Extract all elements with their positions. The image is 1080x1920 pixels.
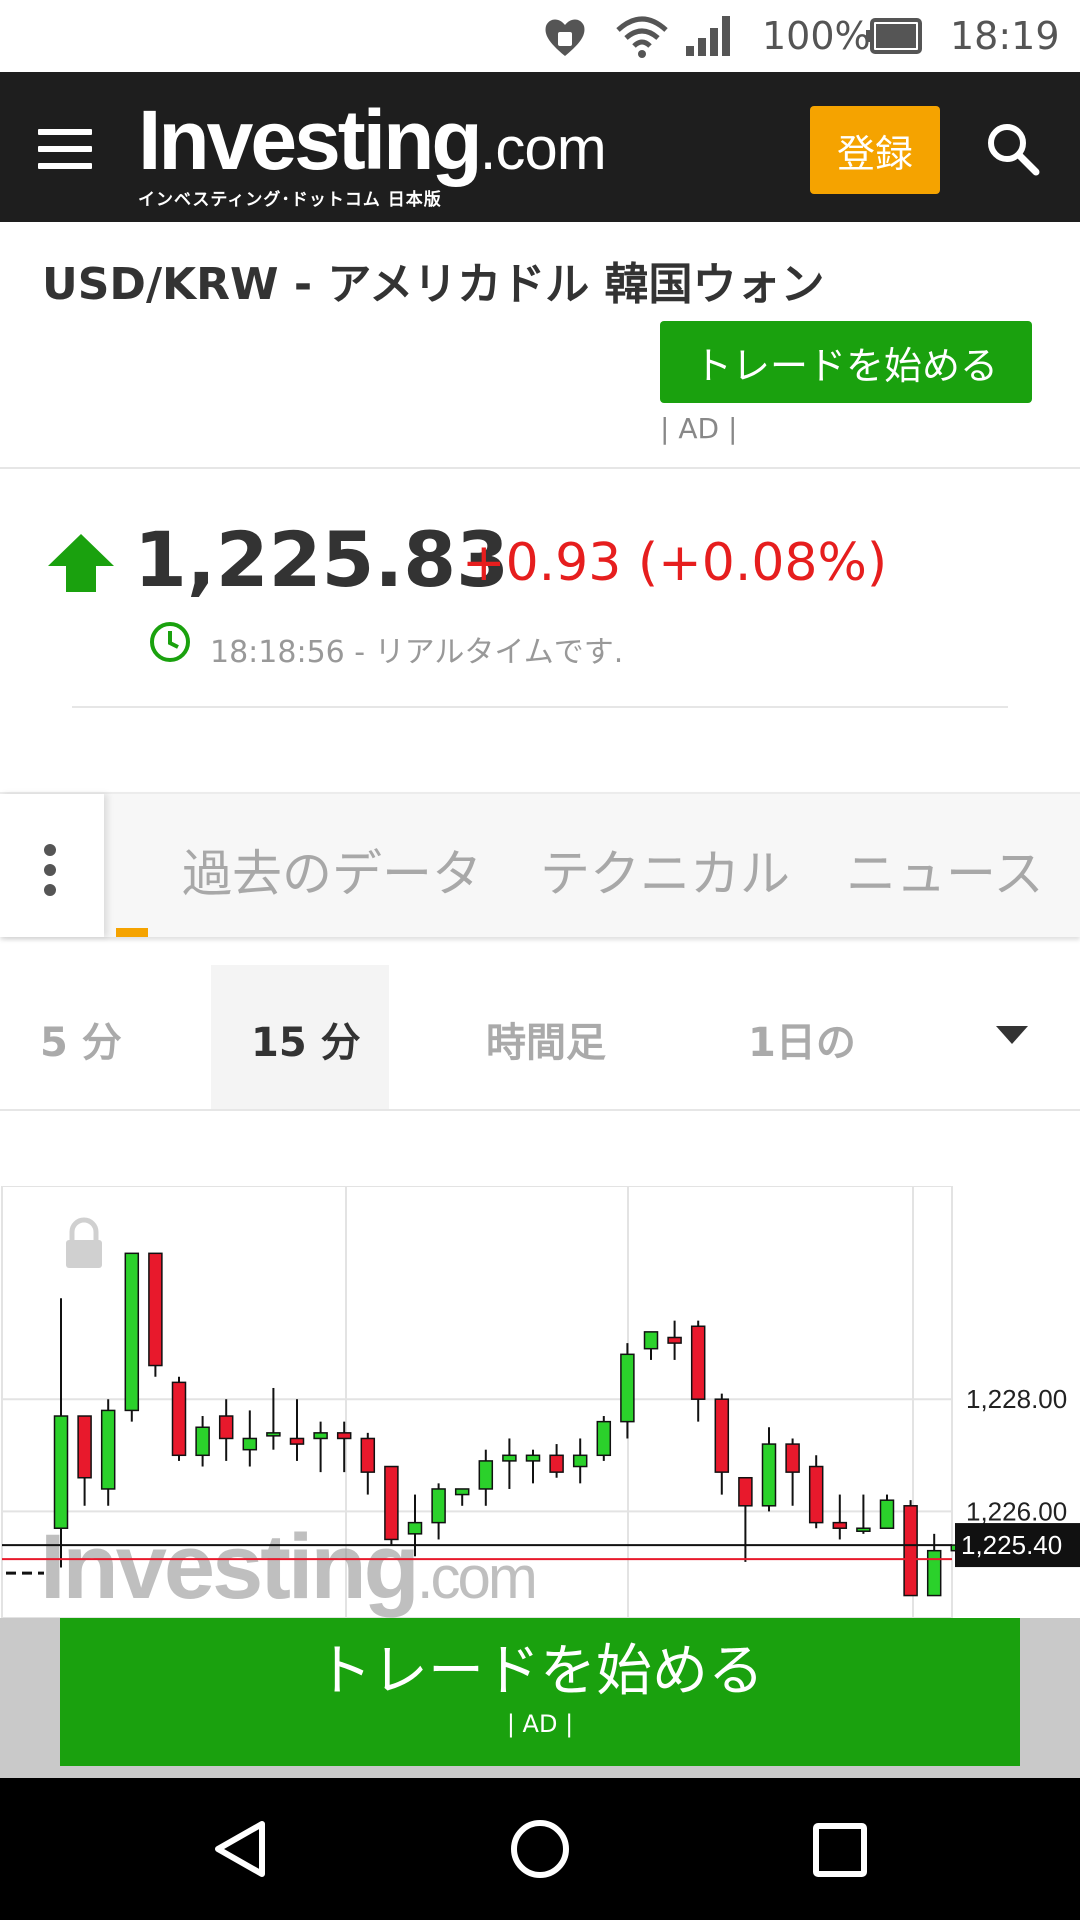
candle-body xyxy=(100,1409,116,1490)
candle-body xyxy=(738,1476,753,1507)
battery-icon xyxy=(866,18,922,54)
candle-body xyxy=(572,1454,588,1468)
candle-body xyxy=(690,1325,706,1400)
y-axis-tick-label: 1,226.00 xyxy=(966,1496,1067,1526)
candle-body xyxy=(171,1381,187,1457)
tab-news[interactable]: ニュース xyxy=(846,834,1044,906)
more-options-icon[interactable] xyxy=(0,794,104,937)
candle-body xyxy=(926,1549,942,1597)
candle-body xyxy=(266,1432,281,1437)
home-icon[interactable] xyxy=(509,1818,571,1880)
candle-body xyxy=(384,1465,399,1541)
candle-body xyxy=(313,1432,328,1440)
candle-body xyxy=(502,1454,517,1462)
candle-body xyxy=(77,1415,92,1479)
timeframe-5min[interactable]: 5 分 xyxy=(40,1010,122,1068)
candle-body xyxy=(549,1454,564,1473)
status-bar: 100% 18:19 xyxy=(0,0,1080,72)
candle-body xyxy=(148,1252,163,1367)
menu-icon[interactable] xyxy=(38,129,92,180)
page-title: USD/KRW - アメリカドル 韓国ウォン xyxy=(42,259,825,310)
clock: 18:19 xyxy=(950,14,1060,58)
candle-body xyxy=(879,1499,895,1529)
divider xyxy=(0,467,1080,469)
candle-body xyxy=(407,1521,423,1535)
candle-body xyxy=(785,1443,800,1473)
candle-body xyxy=(195,1426,210,1457)
divider xyxy=(72,706,1008,708)
y-axis-tick-label: 1,228.00 xyxy=(966,1384,1067,1414)
logo-subtitle: インベスティング･ドットコム 日本版 xyxy=(138,190,442,210)
arrow-up-icon xyxy=(48,534,114,592)
clock-icon xyxy=(150,622,190,662)
candle-body xyxy=(643,1331,659,1350)
price-chart[interactable]: Investing.com 1,228.00 1,226.00 1,225.40 xyxy=(0,1186,1080,1618)
system-nav-bar xyxy=(0,1778,1080,1920)
candle-body xyxy=(53,1415,69,1529)
tab-technical[interactable]: テクニカル xyxy=(540,834,790,906)
candle-body xyxy=(832,1521,848,1529)
lock-icon xyxy=(66,1217,102,1268)
candle-body xyxy=(856,1527,871,1532)
search-icon[interactable] xyxy=(984,120,1042,178)
wifi-icon xyxy=(616,16,668,58)
candle-body xyxy=(218,1415,234,1440)
candle-body xyxy=(620,1353,635,1423)
active-tab-indicator xyxy=(116,928,148,937)
candle-body xyxy=(903,1505,918,1597)
logo-suffix: .com xyxy=(479,115,607,182)
y-axis-labels: 1,228.00 1,226.00 1,225.40 xyxy=(955,1384,1080,1568)
last-price: 1,225.83 xyxy=(134,515,510,604)
candle-body xyxy=(667,1336,682,1344)
timeframe-15min[interactable]: 15 分 xyxy=(251,1010,361,1068)
timeframe-hourly[interactable]: 時間足 xyxy=(486,1010,606,1068)
current-price-label: 1,225.40 xyxy=(961,1530,1062,1560)
register-button[interactable]: 登録 xyxy=(810,106,940,194)
start-trading-ad-button[interactable]: トレードを始める | AD | xyxy=(60,1618,1020,1766)
chevron-down-icon[interactable] xyxy=(994,1024,1030,1046)
candle-body xyxy=(454,1488,470,1496)
section-tabs: 過去のデータ テクニカル ニュース xyxy=(0,792,1080,937)
heart-icon xyxy=(545,19,585,56)
chart-watermark: Investing.com xyxy=(40,1516,535,1618)
logo-brand: Investing xyxy=(138,93,483,187)
candle-body xyxy=(478,1460,494,1490)
candle-body xyxy=(525,1454,541,1462)
signal-icon xyxy=(686,16,730,56)
price-change: +0.93 (+0.08%) xyxy=(462,533,888,593)
back-icon[interactable] xyxy=(210,1818,272,1880)
battery-percent: 100% xyxy=(762,14,871,58)
candle-body xyxy=(124,1252,140,1412)
candle-body xyxy=(360,1437,376,1473)
candle-body xyxy=(714,1398,730,1473)
candle-body xyxy=(336,1432,352,1440)
site-logo[interactable]: Investing.com インベスティング･ドットコム 日本版 xyxy=(138,98,607,210)
candle-body xyxy=(808,1465,824,1524)
quote-timestamp: 18:18:56 - リアルタイムです. xyxy=(210,635,624,670)
start-trading-button[interactable]: トレードを始める xyxy=(660,321,1032,403)
candle-body xyxy=(596,1420,612,1457)
tab-historical-data[interactable]: 過去のデータ xyxy=(182,834,482,906)
ad-label: | AD | xyxy=(660,412,738,445)
recents-icon[interactable] xyxy=(812,1822,868,1878)
candle-body xyxy=(242,1437,258,1451)
ad-button-ad-label: | AD | xyxy=(506,1710,574,1738)
candle-body xyxy=(431,1488,446,1524)
ad-button-label: トレードを始める xyxy=(316,1639,764,1704)
candlestick-chart: Investing.com 1,228.00 1,226.00 1,225.40 xyxy=(1,1186,1080,1618)
timeframe-daily[interactable]: 1日の xyxy=(748,1010,856,1068)
divider xyxy=(0,1109,1080,1111)
candle-body xyxy=(761,1443,777,1507)
candle-body xyxy=(289,1437,305,1445)
app-header: Investing.com インベスティング･ドットコム 日本版 登録 xyxy=(0,72,1080,222)
